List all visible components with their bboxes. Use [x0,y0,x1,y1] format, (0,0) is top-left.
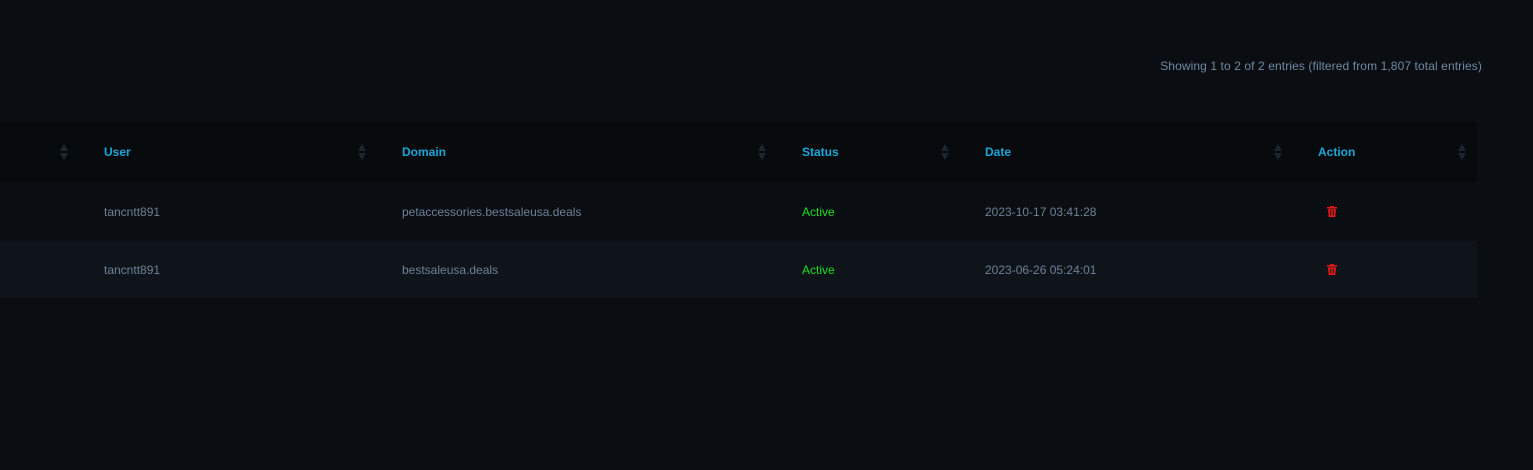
sort-icon[interactable] [1273,122,1283,182]
trash-icon[interactable] [1327,182,1337,241]
table-row: tancntt891 bestsaleusa.deals Active 2023… [0,241,1477,298]
domains-table: User Domain Status Date Action tancntt89… [0,122,1477,298]
cell-date: 2023-10-17 03:41:28 [985,204,1097,219]
sort-icon[interactable] [357,122,367,182]
table-row: tancntt891 petaccessories.bestsaleusa.de… [0,182,1477,241]
column-header-user[interactable]: User [104,122,131,182]
column-header-domain[interactable]: Domain [402,122,446,182]
cell-user: tancntt891 [104,204,161,219]
cell-domain: bestsaleusa.deals [402,262,499,277]
sort-icon[interactable] [757,122,767,182]
cell-domain: petaccessories.bestsaleusa.deals [402,204,582,219]
column-header-status[interactable]: Status [802,122,839,182]
cell-date: 2023-06-26 05:24:01 [985,262,1097,277]
status-badge: Active [802,262,835,277]
page: Showing 1 to 2 of 2 entries (filtered fr… [0,0,1533,470]
sort-icon[interactable] [940,122,950,182]
cell-user: tancntt891 [104,262,161,277]
column-header-action[interactable]: Action [1318,122,1355,182]
column-header-date[interactable]: Date [985,122,1011,182]
table-header-row: User Domain Status Date Action [0,122,1477,182]
sort-icon[interactable] [59,122,69,182]
status-badge: Active [802,204,835,219]
sort-icon[interactable] [1457,122,1467,182]
table-info-text: Showing 1 to 2 of 2 entries (filtered fr… [1160,59,1482,73]
trash-icon[interactable] [1327,241,1337,298]
